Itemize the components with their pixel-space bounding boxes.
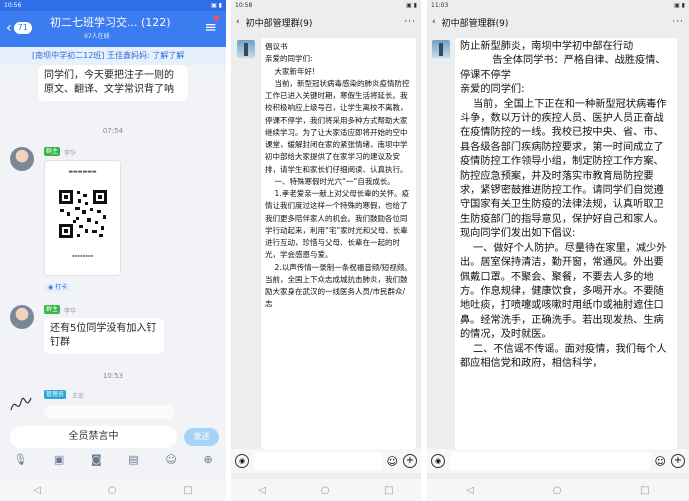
message-input[interactable] (450, 452, 650, 470)
more-icon[interactable]: ··· (404, 17, 416, 27)
owner-tag: 群主 (44, 305, 61, 314)
input-row: 全员禁言中 发送 (10, 426, 219, 448)
status-time: 11:03 (431, 2, 449, 9)
nav-back-icon[interactable]: ◁ (466, 485, 474, 496)
nav-home-icon[interactable]: ○ (321, 485, 330, 496)
gift-icon[interactable]: ▤ (128, 453, 138, 466)
nav-home-icon[interactable]: ○ (108, 485, 117, 496)
image-icon[interactable]: ▣ (54, 453, 64, 466)
back-button[interactable]: ‹ 71 (6, 20, 32, 36)
signature-icon (10, 397, 32, 411)
nav-back-icon[interactable]: ◁ (33, 485, 41, 496)
status-icons: ▣ ▮ (211, 2, 222, 9)
status-time: 10:56 (4, 2, 22, 9)
menu-icon[interactable]: ≡ (204, 20, 217, 35)
chevron-left-icon: ‹ (6, 20, 12, 36)
system-nav-bar: ◁ ○ □ (231, 479, 421, 501)
sender-name: 王宏 (72, 393, 85, 400)
wechat-chat-screen: 11:03 ▣ ▮ ‹ 初中部管理群(9) ··· 防止新型肺炎，南坝中学初中部… (427, 0, 689, 501)
notification-dot (214, 16, 219, 21)
status-icons: ▣ ▮ (674, 2, 685, 9)
message-bubble[interactable]: 还有5位同学没有加入钉钉群 (44, 318, 164, 354)
emoji-icon[interactable]: ☺ (165, 453, 176, 466)
mic-icon[interactable]: 🎙 (13, 453, 27, 466)
status-time: 10:58 (235, 2, 253, 9)
more-icon[interactable]: ··· (672, 17, 684, 27)
message-bubble[interactable] (44, 405, 174, 419)
message-input[interactable] (254, 452, 382, 470)
group-title: 初中部管理群(9) (441, 18, 509, 29)
avatar[interactable] (10, 147, 34, 171)
plus-icon[interactable]: ⊕ (203, 453, 212, 466)
plus-icon[interactable]: + (671, 454, 685, 468)
avatar[interactable] (237, 40, 255, 58)
sender-name: 李华 (64, 150, 77, 157)
status-icons: ▣ ▮ (406, 2, 417, 9)
nav-recent-icon[interactable]: □ (640, 485, 649, 496)
qr-code-icon (57, 188, 109, 240)
chat-header: ‹ 初中部管理群(9) ··· (231, 11, 421, 33)
pinned-notice[interactable]: [南坝中学初二12班] 王佳鑫妈妈: 了解了解 (0, 47, 226, 65)
nav-recent-icon[interactable]: □ (384, 485, 393, 496)
muted-input[interactable]: 全员禁言中 (10, 426, 177, 448)
qr-code-image[interactable]: ▬▬▬▬▬▬ ▪▪▪▪▪▪▪▪ (44, 160, 121, 276)
wechat-chat-screen: 10:58 ▣ ▮ ‹ 初中部管理群(9) ··· 倡议书 亲爱的同学们: 大家… (231, 0, 421, 501)
chat-toolbar: 🎙 ▣ ◙ ▤ ☺ ⊕ (0, 450, 226, 468)
signature-avatar[interactable] (8, 392, 34, 418)
admin-tag: 管理员 (44, 390, 67, 399)
nav-recent-icon[interactable]: □ (183, 485, 192, 496)
chat-header: ‹ 初中部管理群(9) ··· (427, 11, 689, 33)
qr-card-footer: ▪▪▪▪▪▪▪▪ (71, 253, 94, 258)
back-arrow-icon[interactable]: ‹ (432, 17, 436, 27)
message-text[interactable]: 防止新型肺炎，南坝中学初中部在行动 告全体同学书：严格自律、战胜疫情、停课不停学… (455, 38, 677, 450)
group-title: 初二七班学习交... (122) (50, 16, 171, 29)
timestamp: 10:53 (102, 372, 124, 380)
status-bar: 10:56 ▣ ▮ (0, 0, 226, 11)
input-bar: ◉ ☺ + (427, 449, 689, 473)
status-bar: 10:58 ▣ ▮ (231, 0, 421, 11)
timestamp: 07:54 (102, 127, 124, 135)
online-count: 97人在线 (84, 33, 110, 40)
voice-icon[interactable]: ◉ (431, 454, 445, 468)
emoji-icon[interactable]: ☺ (655, 455, 666, 468)
emoji-icon[interactable]: ☺ (387, 455, 398, 468)
avatar[interactable] (10, 305, 34, 329)
voice-icon[interactable]: ◉ (235, 454, 249, 468)
message-bubble[interactable]: 同学们，今天要把注子一则的原文、翻译、文学常识背了呐 (38, 65, 188, 101)
qr-card-header: ▬▬▬▬▬▬ (68, 169, 97, 175)
nav-home-icon[interactable]: ○ (553, 485, 562, 496)
qq-group-chat-screen: 10:56 ▣ ▮ ‹ 71 初二七班学习交... (122) 97人在线 ≡ … (0, 0, 226, 501)
avatar[interactable] (432, 40, 450, 58)
send-button[interactable]: 发送 (184, 428, 219, 446)
screenshot-collage: 10:56 ▣ ▮ ‹ 71 初二七班学习交... (122) 97人在线 ≡ … (0, 0, 689, 501)
back-arrow-icon[interactable]: ‹ (236, 17, 240, 27)
nav-back-icon[interactable]: ◁ (258, 485, 266, 496)
unread-badge: 71 (13, 22, 32, 34)
sender-name: 李华 (64, 308, 77, 315)
message-text[interactable]: 倡议书 亲爱的同学们: 大家新年好! 当前，新型冠状病毒感染的肺炎疫情防控工作已… (261, 38, 416, 449)
plus-icon[interactable]: + (403, 454, 417, 468)
camera-icon[interactable]: ◙ (91, 453, 102, 466)
status-bar: 11:03 ▣ ▮ (427, 0, 689, 11)
system-nav-bar: ◁ ○ □ (0, 479, 226, 501)
chat-header: ‹ 71 初二七班学习交... (122) 97人在线 ≡ (0, 11, 226, 47)
input-bar: ◉ ☺ + (231, 449, 421, 473)
reaction-chip[interactable]: ◉ 打卡 (44, 283, 72, 293)
group-title: 初中部管理群(9) (245, 18, 313, 29)
reaction-label: 打卡 (55, 284, 68, 291)
owner-tag: 群主 (44, 147, 61, 156)
system-nav-bar: ◁ ○ □ (427, 479, 689, 501)
